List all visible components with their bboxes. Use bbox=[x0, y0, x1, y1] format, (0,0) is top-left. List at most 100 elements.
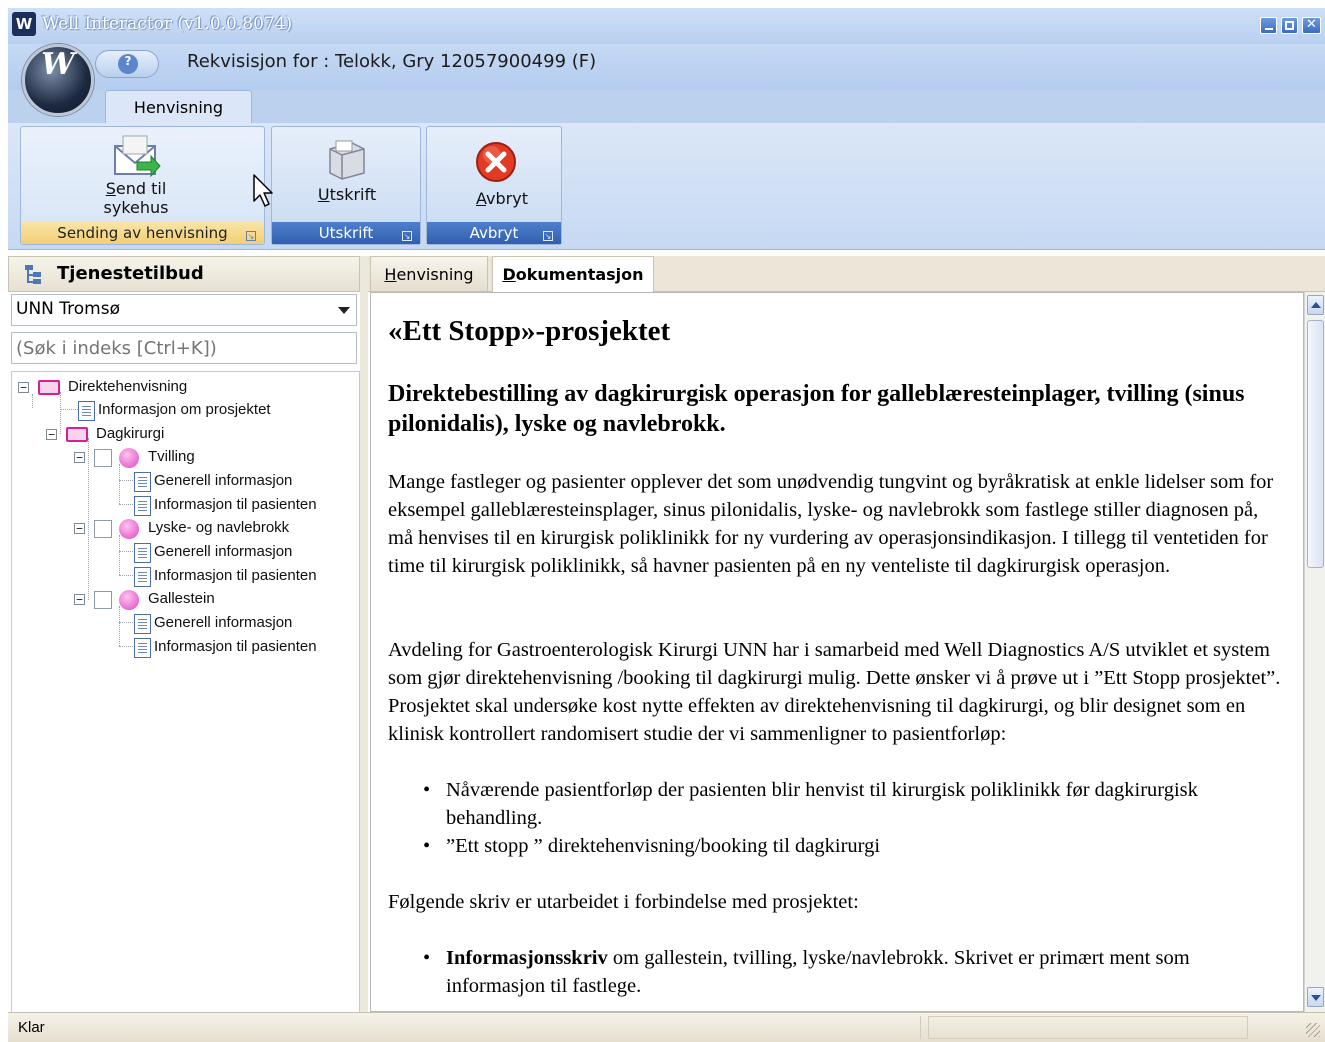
document-icon bbox=[134, 567, 151, 587]
tree-item-label: Informasjon til pasienten bbox=[154, 567, 317, 584]
tree-item-generell-info[interactable]: Generell informasjon bbox=[16, 542, 346, 564]
minimize-icon bbox=[1265, 28, 1273, 30]
chevron-down-icon[interactable] bbox=[338, 307, 350, 314]
help-icon: ? bbox=[118, 54, 138, 74]
folder-icon bbox=[38, 380, 60, 395]
document-icon bbox=[134, 472, 151, 492]
collapse-icon[interactable]: − bbox=[46, 429, 57, 440]
ribbon-tab-henvisning[interactable]: Henvisning bbox=[105, 90, 252, 124]
status-divider bbox=[920, 1016, 924, 1039]
services-panel-header: Tjenestetilbud bbox=[8, 256, 360, 292]
cancel-label[interactable]: Avbryt bbox=[427, 189, 577, 208]
tree-item-info-pasient[interactable]: Informasjon til pasienten bbox=[16, 495, 346, 517]
minimize-button[interactable] bbox=[1260, 17, 1277, 34]
tree-item-tvilling[interactable]: − Tvilling bbox=[16, 447, 346, 469]
ribbon-body: Send til sykehus Sending av henvisning ↘… bbox=[8, 123, 1325, 250]
checkbox[interactable] bbox=[94, 520, 112, 538]
cancel-icon bbox=[476, 142, 516, 182]
group-footer-sending: Sending av henvisning bbox=[21, 222, 264, 244]
collapse-icon[interactable]: − bbox=[74, 594, 85, 605]
category-ball-icon bbox=[119, 448, 139, 468]
document-tabs: Henvisning Dokumentasjon bbox=[368, 256, 1325, 292]
scroll-up-button[interactable] bbox=[1307, 295, 1324, 315]
tree-item-generell-info[interactable]: Generell informasjon bbox=[16, 613, 346, 635]
chevron-up-icon bbox=[1311, 302, 1321, 308]
document-subtitle: Direktebestilling av dagkirurgisk operas… bbox=[388, 381, 1245, 437]
envelope-send-icon bbox=[114, 135, 161, 178]
search-input[interactable] bbox=[11, 332, 357, 364]
document-viewer[interactable]: «Ett Stopp»-prosjektet Direktebestilling… bbox=[370, 292, 1304, 1012]
document-icon bbox=[134, 614, 151, 634]
help-button[interactable]: ? bbox=[95, 50, 159, 78]
tree-item-direktehenvisning[interactable]: − Direktehenvisning bbox=[16, 377, 346, 399]
tree-item-generell-info[interactable]: Generell informasjon bbox=[16, 471, 346, 493]
tab-henvisning[interactable]: Henvisning bbox=[370, 256, 488, 292]
print-button[interactable] bbox=[322, 139, 370, 181]
tree-item-label: Dagkirurgi bbox=[96, 425, 165, 442]
print-label[interactable]: Utskrift bbox=[272, 185, 422, 204]
maximize-icon bbox=[1285, 21, 1294, 30]
document-title: «Ett Stopp»-prosjektet bbox=[388, 315, 671, 347]
scroll-down-button[interactable] bbox=[1307, 987, 1324, 1007]
app-menu-orb[interactable]: W bbox=[22, 44, 94, 116]
tree-item-label: Direktehenvisning bbox=[68, 378, 188, 395]
tree-item-label: Generell informasjon bbox=[154, 543, 293, 560]
tree-item-label: Generell informasjon bbox=[154, 614, 293, 631]
scroll-thumb[interactable] bbox=[1307, 320, 1324, 568]
tree-item-label: Lyske- og navlebrokk bbox=[148, 519, 290, 536]
close-icon: ✕ bbox=[1306, 17, 1317, 32]
dialog-launcher-icon[interactable]: ↘ bbox=[246, 231, 256, 241]
dialog-launcher-icon[interactable]: ↘ bbox=[543, 231, 553, 241]
collapse-icon[interactable]: − bbox=[74, 523, 85, 534]
mouse-cursor-icon bbox=[253, 174, 273, 207]
service-location-select[interactable]: UNN Tromsø bbox=[11, 294, 357, 326]
maximize-button[interactable] bbox=[1281, 17, 1298, 34]
tree-item-label: Generell informasjon bbox=[154, 472, 293, 489]
tree-item-info-pasient[interactable]: Informasjon til pasienten bbox=[16, 637, 346, 659]
send-to-hospital-button[interactable] bbox=[111, 132, 161, 180]
tree-item-label: Gallestein bbox=[148, 590, 215, 607]
tree-item-label: Tvilling bbox=[148, 448, 195, 465]
list-item: ”Ett stopp ” direktehenvisning/booking t… bbox=[423, 832, 1276, 860]
tree-item-info-prosjekt[interactable]: Informasjon om prosjektet bbox=[16, 400, 346, 422]
tree-item-dagkirurgi[interactable]: − Dagkirurgi bbox=[16, 424, 346, 446]
title-bar: W Well Interactor (v1.0.0.8074) ✕ bbox=[8, 8, 1325, 44]
group-footer-utskrift: Utskrift bbox=[272, 222, 420, 244]
dialog-launcher-icon[interactable]: ↘ bbox=[402, 231, 412, 241]
tree-item-info-pasient[interactable]: Informasjon til pasienten bbox=[16, 566, 346, 588]
tree-item-label: Informasjon til pasienten bbox=[154, 496, 317, 513]
service-tree: − Direktehenvisning Informasjon om prosj… bbox=[11, 371, 360, 1012]
vertical-scrollbar[interactable] bbox=[1304, 292, 1325, 1012]
paragraph: Avdeling for Gastroenterologisk Kirurgi … bbox=[388, 639, 1281, 745]
cancel-button[interactable] bbox=[475, 141, 517, 183]
tree-item-label: Informasjon til pasienten bbox=[154, 638, 317, 655]
list-item: Nåværende pasientforløp der pasienten bl… bbox=[423, 776, 1276, 832]
group-sending: Send til sykehus Sending av henvisning ↘ bbox=[20, 126, 265, 245]
document-icon bbox=[134, 496, 151, 516]
close-button[interactable]: ✕ bbox=[1302, 17, 1321, 34]
tree-item-lyske-navlebrokk[interactable]: − Lyske- og navlebrokk bbox=[16, 518, 346, 540]
document-icon bbox=[78, 401, 95, 421]
collapse-icon[interactable]: − bbox=[74, 452, 85, 463]
document-icon bbox=[134, 638, 151, 658]
checkbox[interactable] bbox=[94, 591, 112, 609]
category-ball-icon bbox=[119, 519, 139, 539]
document-icon bbox=[134, 543, 151, 563]
tree-item-gallestein[interactable]: − Gallestein bbox=[16, 589, 346, 611]
tree-item-label: Informasjon om prosjektet bbox=[98, 401, 271, 418]
category-ball-icon bbox=[119, 590, 139, 610]
services-panel: Tjenestetilbud UNN Tromsø − Direktehenvi… bbox=[8, 256, 360, 1012]
send-to-hospital-label[interactable]: Send til sykehus bbox=[81, 179, 191, 217]
collapse-icon[interactable]: − bbox=[18, 382, 29, 393]
chevron-down-icon bbox=[1311, 995, 1321, 1001]
status-bar: Klar bbox=[8, 1012, 1325, 1042]
panel-splitter[interactable] bbox=[360, 256, 368, 1012]
services-title: Tjenestetilbud bbox=[57, 263, 204, 284]
resize-grip-icon[interactable] bbox=[1306, 1023, 1320, 1037]
service-location-value: UNN Tromsø bbox=[16, 299, 121, 319]
checkbox[interactable] bbox=[94, 449, 112, 467]
tab-dokumentasjon[interactable]: Dokumentasjon bbox=[492, 256, 654, 292]
app-logo-icon: W bbox=[41, 47, 75, 82]
status-text: Klar bbox=[18, 1019, 45, 1036]
group-utskrift: Utskrift Utskrift ↘ bbox=[271, 126, 421, 245]
